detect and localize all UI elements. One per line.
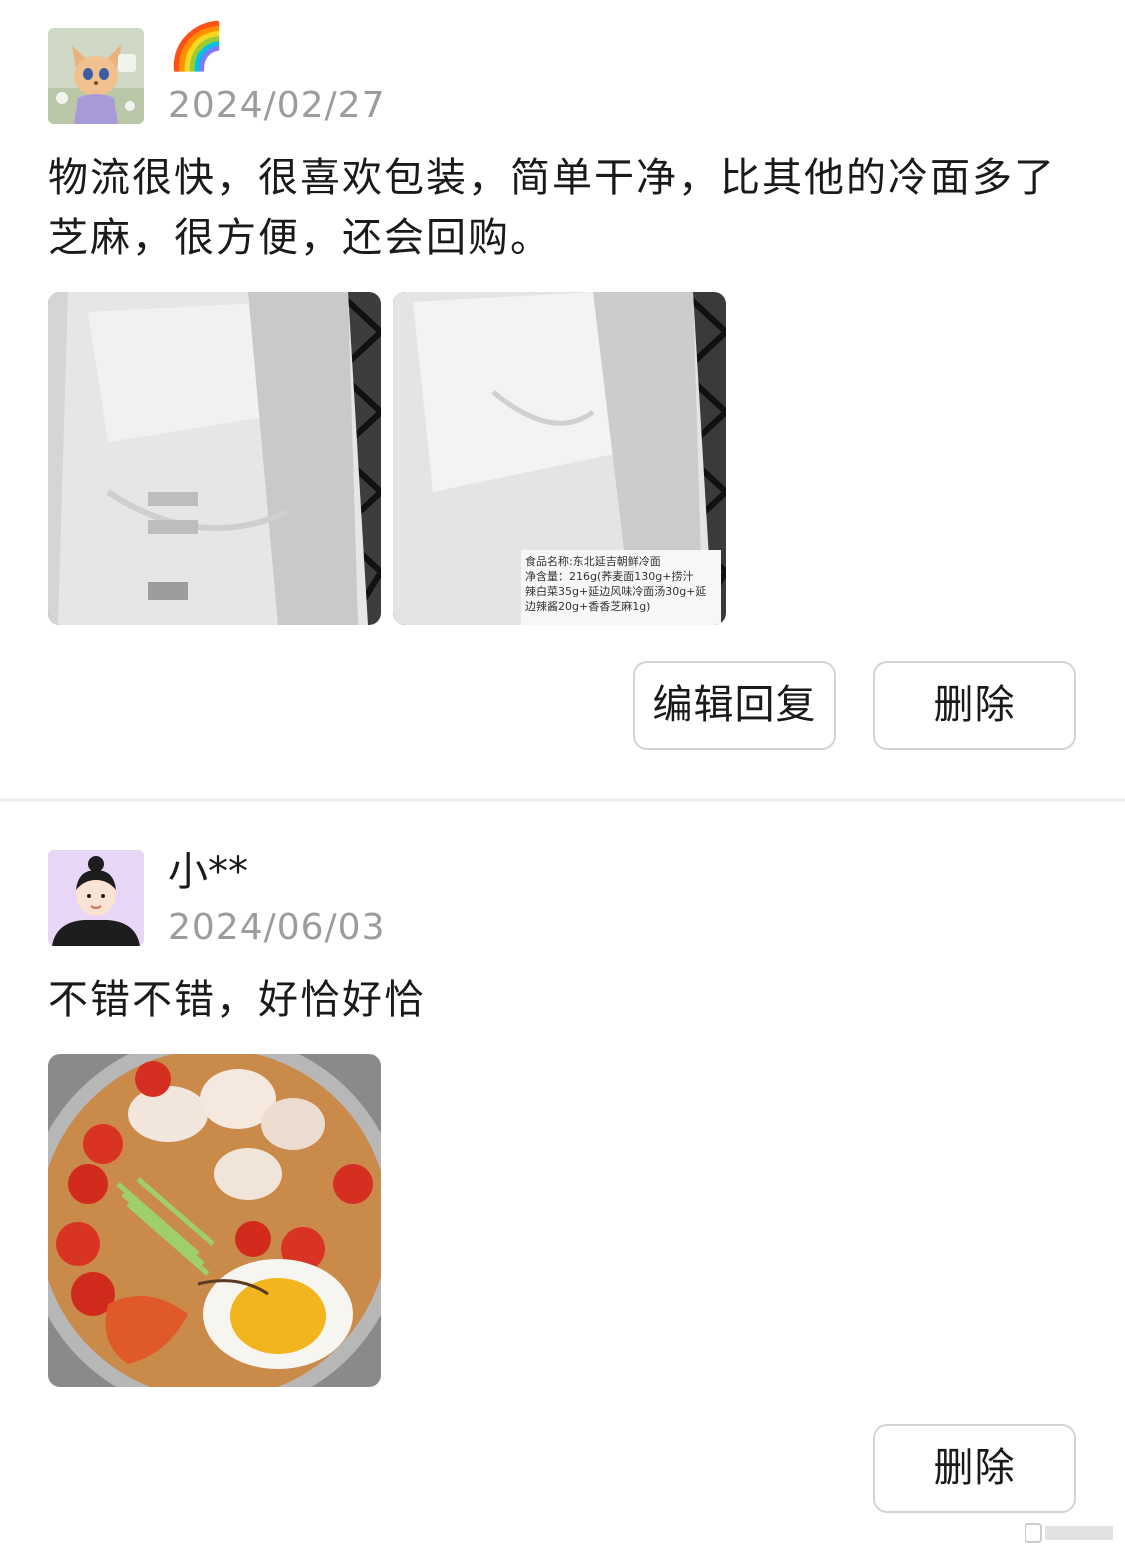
username: 小** xyxy=(168,849,248,895)
user-avatar[interactable] xyxy=(48,28,144,124)
delete-button[interactable]: 删除 xyxy=(873,661,1076,750)
package-photo-image xyxy=(48,292,381,625)
cartoon-fox-avatar-image xyxy=(48,28,144,124)
cold-noodle-bowl-image xyxy=(48,1054,381,1387)
review-photo-package-front[interactable] xyxy=(48,292,381,625)
watermark-icon xyxy=(1025,1523,1113,1543)
review-text: 不错不错，好恰好恰 xyxy=(48,977,426,1023)
username: 🌈 xyxy=(168,19,226,73)
review-card: 🌈 2024/02/27 物流很快，很喜欢包装，简单干净，比其他的冷面多了芝麻，… xyxy=(0,0,1125,798)
edit-reply-button[interactable]: 编辑回复 xyxy=(633,661,836,750)
user-avatar[interactable] xyxy=(48,850,144,946)
review-card: 小** 2024/06/03 不错不错，好恰好恰 删除 xyxy=(0,802,1125,1552)
package-label-text: 食品名称:东北延吉朝鲜冷面 净含量：216g(荞麦面130g+捞汁 辣白菜35g… xyxy=(525,555,707,613)
review-photo-cold-noodles[interactable] xyxy=(48,1054,381,1387)
review-photo-package-back[interactable]: 食品名称:东北延吉朝鲜冷面 净含量：216g(荞麦面130g+捞汁 辣白菜35g… xyxy=(393,292,726,625)
review-date: 2024/02/27 xyxy=(168,85,386,126)
review-date: 2024/06/03 xyxy=(168,907,386,948)
review-text: 物流很快，很喜欢包装，简单干净，比其他的冷面多了芝麻，很方便，还会回购。 xyxy=(48,155,1056,261)
delete-button[interactable]: 删除 xyxy=(873,1424,1076,1513)
cartoon-person-avatar-image xyxy=(48,850,144,946)
